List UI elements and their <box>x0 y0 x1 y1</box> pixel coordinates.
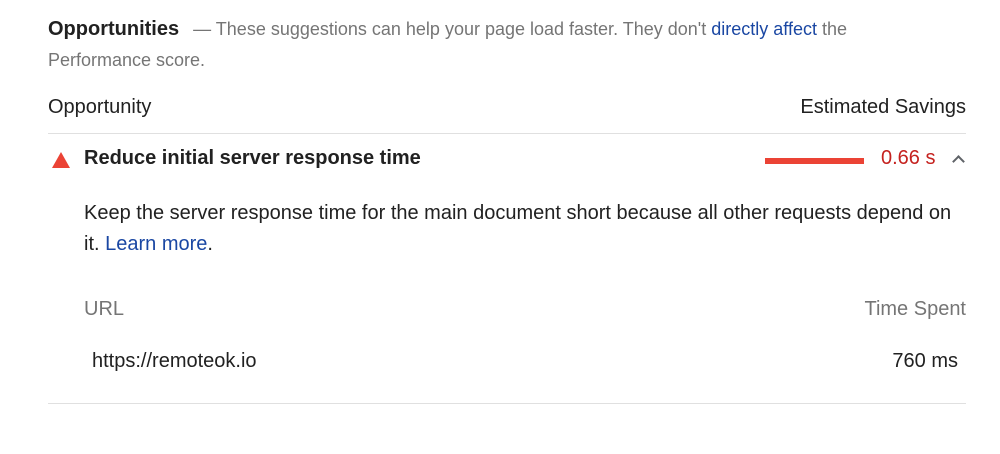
time-spent-column-header: Time Spent <box>864 298 966 320</box>
audit-description: Keep the server response time for the ma… <box>84 198 964 260</box>
estimated-savings-column-header: Estimated Savings <box>800 96 966 118</box>
savings-bar <box>765 158 864 164</box>
section-header: Opportunities — These suggestions can hel… <box>48 14 953 76</box>
directly-affect-link[interactable]: directly affect <box>711 19 817 39</box>
description-period: . <box>207 233 213 255</box>
chevron-up-icon[interactable] <box>952 155 965 168</box>
section-bottom-divider <box>48 403 966 404</box>
audit-title: Reduce initial server response time <box>84 147 421 169</box>
url-column-header: URL <box>84 298 125 320</box>
table-row-url[interactable]: https://remoteok.io <box>92 350 257 373</box>
audit-description-text: Keep the server response time for the ma… <box>84 202 952 255</box>
section-title: Opportunities <box>48 18 180 40</box>
warning-triangle-icon <box>52 152 70 168</box>
savings-value: 0.66 s <box>881 147 936 169</box>
header-dash: — <box>193 19 212 39</box>
audit-row-server-response-time[interactable]: Reduce initial server response time 0.66… <box>48 134 966 186</box>
opportunity-column-header: Opportunity <box>48 96 152 118</box>
savings-bar-fill <box>765 158 864 164</box>
opportunities-section: Opportunities — These suggestions can hel… <box>0 0 1000 454</box>
table-row-time-spent: 760 ms <box>892 350 958 372</box>
learn-more-link[interactable]: Learn more <box>105 233 207 255</box>
header-description: These suggestions can help your page loa… <box>215 19 707 39</box>
